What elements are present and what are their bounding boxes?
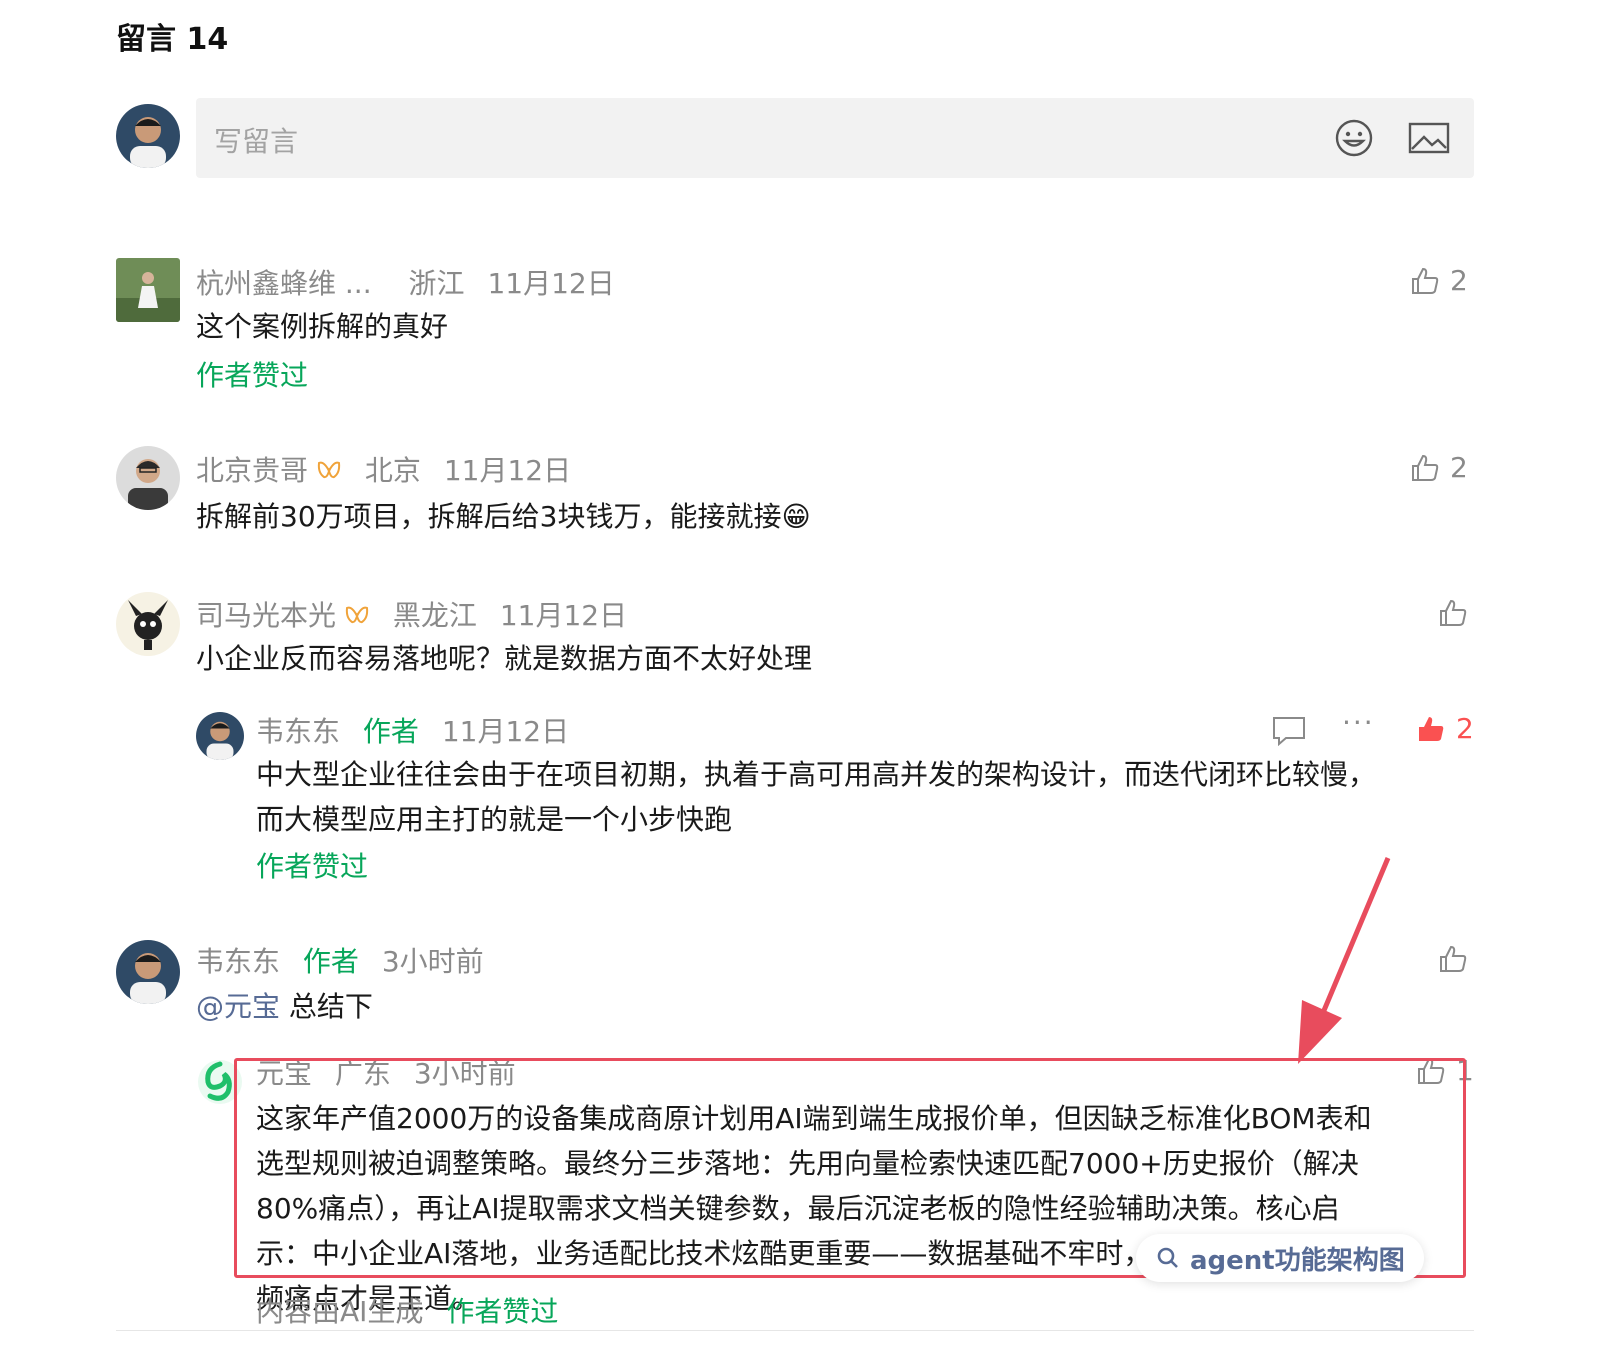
image-icon[interactable] [1408, 122, 1450, 154]
comment-location: 北京 [364, 454, 421, 487]
author-tag: 作者 [302, 945, 359, 978]
author-liked-label: 作者赞过 [256, 850, 369, 883]
comment-input[interactable]: 写留言 [196, 98, 1474, 178]
reply-location: 广东 [334, 1057, 391, 1090]
comment-author[interactable]: 北京贵哥 [196, 454, 308, 487]
comment-text: 总结下 [288, 990, 373, 1023]
avatar [116, 258, 180, 322]
like-button[interactable]: 2 [1416, 712, 1474, 745]
reply-text-line: 这家年产值2000万的设备集成商原计划用AI端到端生成报价单，但因缺乏标准化BO… [256, 1102, 1372, 1135]
reply-text: 中大型企业往往会由于在项目初期，执着于高可用高并发的架构设计，而迭代闭环比较慢，… [256, 752, 1376, 842]
avatar [116, 940, 180, 1004]
comment-text: 小企业反而容易落地呢？就是数据方面不太好处理 [196, 642, 813, 675]
comment-location: 浙江 [408, 267, 465, 300]
comment-author[interactable]: 韦东东 [196, 945, 280, 978]
reply-author[interactable]: 韦东东 [256, 715, 340, 748]
avatar [196, 1058, 244, 1106]
author-liked-label: 作者赞过 [446, 1295, 559, 1328]
search-chip-label: agent功能架构图 [1190, 1245, 1405, 1276]
thumbs-up-icon [1412, 267, 1439, 294]
reply-text-line: 而大模型应用主打的就是一个小步快跑 [256, 803, 733, 836]
reply-icon[interactable] [1272, 716, 1306, 746]
mention-link[interactable]: @元宝 [196, 990, 280, 1023]
reply-text-line: 中大型企业往往会由于在项目初期，执着于高可用高并发的架构设计，而迭代闭环比较慢， [256, 758, 1377, 791]
thumbs-up-filled-icon [1419, 716, 1444, 741]
like-button[interactable]: 1 [1416, 1054, 1474, 1087]
like-count: 2 [1450, 451, 1468, 484]
thumbs-up-icon [1418, 1057, 1445, 1084]
avatar [116, 592, 180, 656]
comment-date: 11月12日 [487, 267, 615, 300]
more-icon[interactable]: ··· [1342, 706, 1375, 739]
reply-date: 11月12日 [441, 715, 570, 748]
annotation-arrow [1298, 857, 1391, 1064]
reply-author[interactable]: 元宝 [256, 1057, 312, 1090]
ai-generated-note: 内容由AI生成 [256, 1295, 424, 1328]
comment-date: 3小时前 [381, 945, 484, 978]
divider [116, 1330, 1474, 1331]
thumbs-up-icon [1440, 599, 1467, 626]
comment-author[interactable]: 司马光本光 [196, 599, 336, 632]
avatar [196, 712, 244, 760]
butterfly-badge-icon [345, 606, 369, 624]
like-count: 2 [1450, 264, 1468, 297]
emoji-icon[interactable] [1334, 118, 1374, 158]
like-button[interactable] [1438, 598, 1468, 628]
reply-text: 这家年产值2000万的设备集成商原计划用AI端到端生成报价单，但因缺乏标准化BO… [256, 1096, 1375, 1321]
thumbs-up-icon [1440, 945, 1467, 972]
avatar [116, 104, 180, 168]
butterfly-badge-icon [317, 461, 341, 479]
comments-heading: 留言 14 [116, 22, 229, 57]
like-button[interactable]: 2 [1410, 451, 1468, 484]
comment-date: 11月12日 [443, 454, 572, 487]
comment-text: 这个案例拆解的真好 [196, 310, 449, 343]
reply-date: 3小时前 [413, 1057, 516, 1090]
comment-input-placeholder: 写留言 [214, 125, 299, 158]
comment-author[interactable]: 杭州鑫蜂维 ... [196, 267, 372, 300]
author-liked-label: 作者赞过 [196, 359, 309, 392]
comment-text: 拆解前30万项目，拆解后给3块钱万，能接就接😁 [196, 500, 811, 533]
like-button[interactable]: 2 [1410, 264, 1468, 297]
comment-date: 11月12日 [499, 599, 628, 632]
author-tag: 作者 [362, 715, 419, 748]
comment-location: 黑龙江 [392, 599, 477, 632]
like-button[interactable] [1438, 944, 1468, 974]
search-icon [1157, 1247, 1178, 1268]
reply-text-line: 选型规则被迫调整策略。最终分三步落地：先用向量检索快速匹配7000+历史报价（解… [256, 1147, 1359, 1180]
thumbs-up-icon [1412, 454, 1439, 481]
avatar [116, 446, 180, 510]
search-suggestion-chip[interactable]: agent功能架构图 [1136, 1234, 1424, 1282]
like-count: 1 [1456, 1054, 1474, 1087]
like-count: 2 [1456, 712, 1474, 745]
reply-text-line: 80%痛点），再让AI提取需求文档关键参数，最后沉淀老板的隐性经验辅助决策。核心… [256, 1192, 1340, 1225]
